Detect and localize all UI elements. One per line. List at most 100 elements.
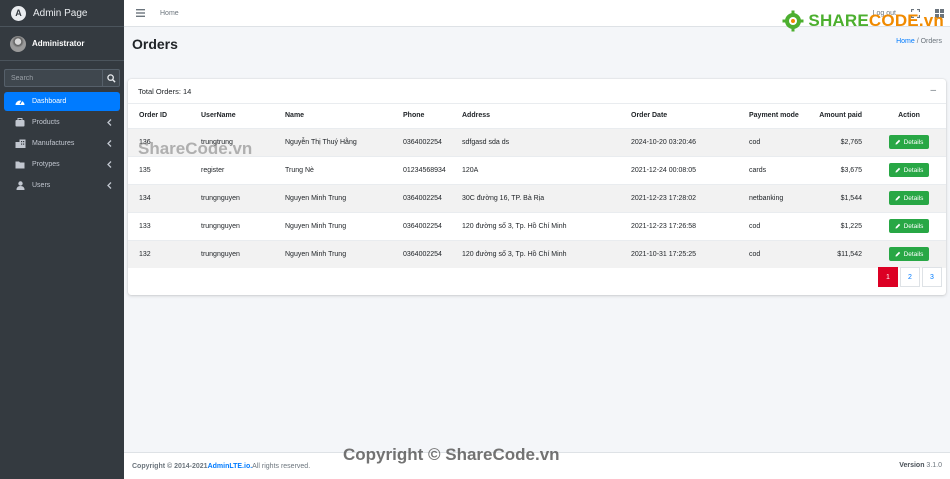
page-title: Orders (132, 36, 178, 52)
cell-phone: 0364002254 (392, 239, 451, 268)
sidebar-nav: Dashboard Products Manufactures Protypes (0, 92, 124, 195)
sidebar-item-products[interactable]: Products (4, 113, 120, 132)
cell-order-date: 2024-10-20 03:20:46 (620, 127, 738, 156)
cell-address: 120A (451, 155, 620, 184)
cell-action: Details (872, 239, 946, 268)
hamburger-icon (135, 9, 145, 17)
user-icon (14, 181, 26, 191)
pagination: 1 2 3 (878, 267, 942, 287)
footer-copyright: Copyright © 2014-2021 (132, 462, 208, 470)
breadcrumb-home-link[interactable]: Home (896, 38, 915, 45)
cell-order-date: 2021-12-23 17:26:58 (620, 211, 738, 240)
cell-name: Nguyen Minh Trung (274, 211, 392, 240)
search-button[interactable] (102, 69, 120, 87)
table-row: 132 trungnguyen Nguyen Minh Trung 036400225… (128, 239, 946, 268)
collapse-button[interactable]: – (930, 85, 936, 96)
sidebar-item-dashboard[interactable]: Dashboard (4, 92, 120, 111)
col-payment-mode: Payment mode (749, 112, 799, 120)
details-button[interactable]: Details (888, 247, 930, 262)
avatar (10, 35, 26, 52)
footer-brand-link[interactable]: AdminLTE.io. (208, 463, 253, 470)
watermark-bottom: Copyright © ShareCode.vn (343, 445, 560, 464)
col-name: Name (285, 112, 305, 120)
cell-payment-mode: cards (738, 155, 805, 184)
cell-action: Details (872, 211, 946, 240)
cell-name: Nguyen Minh Trung (274, 239, 392, 268)
footer-rights: All rights reserved. (252, 462, 311, 470)
sidebar-item-manufactures[interactable]: Manufactures (4, 134, 120, 153)
pencil-icon (895, 223, 900, 229)
col-order-id: Order ID (139, 112, 168, 120)
details-button[interactable]: Details (888, 191, 930, 205)
pencil-icon (895, 195, 900, 201)
col-phone: Phone (403, 112, 425, 120)
table-row: 135 register Trung Nè 01234568934 120A 2021-1… (128, 155, 946, 184)
cell-username: trungnguyen (190, 211, 274, 240)
cell-order-id: 132 (128, 239, 190, 268)
dashboard-icon (14, 97, 26, 107)
chevron-left-icon (107, 161, 112, 168)
details-label: Details (903, 194, 924, 202)
version-number: 3.1.0 (924, 462, 942, 469)
sidebar-item-label: Protypes (32, 161, 60, 168)
cell-order-date: 2021-12-23 17:28:02 (620, 183, 738, 212)
user-panel[interactable]: Administrator (0, 27, 124, 61)
sidebar-item-protypes[interactable]: Protypes (4, 155, 120, 174)
col-action: Action (898, 112, 920, 120)
footer-version: Version 3.1.0 (899, 462, 942, 469)
details-button[interactable]: Details (888, 135, 930, 149)
folder-icon (14, 160, 26, 170)
sidebar-item-label: Users (32, 182, 51, 189)
cell-order-id: 134 (128, 183, 190, 212)
sidebar-item-users[interactable]: Users (4, 176, 120, 195)
breadcrumb: Home / Orders (896, 38, 942, 45)
col-order-date: Order Date (631, 112, 668, 120)
top-home-link[interactable]: Home (160, 10, 179, 17)
cell-username: trungnguyen (190, 183, 274, 212)
sidebar-item-label: Dashboard (32, 98, 67, 105)
cell-order-id: 133 (128, 211, 190, 240)
search-input[interactable] (4, 69, 102, 87)
details-button[interactable]: Details (888, 219, 930, 233)
total-orders: Total Orders: 14 (138, 86, 192, 96)
pencil-icon (895, 139, 900, 145)
menu-toggle-button[interactable] (135, 8, 145, 18)
pencil-icon (895, 252, 900, 257)
cell-address: 120 đường số 3, Tp. Hồ Chí Minh (451, 239, 620, 268)
details-button[interactable]: Details (888, 163, 930, 177)
cell-payment-mode: cod (738, 127, 805, 156)
logo-accent-text: CODE.vn (868, 11, 944, 30)
page-3-button[interactable]: 3 (922, 267, 942, 287)
cell-name: Nguyễn Thị Thuý Hằng (274, 127, 392, 156)
cell-action: Details (872, 127, 946, 156)
cell-name: Trung Nè (274, 155, 392, 184)
cell-order-date: 2021-10-31 17:25:25 (620, 239, 738, 268)
cell-phone: 01234568934 (392, 155, 451, 184)
user-name: Administrator (32, 39, 85, 48)
cell-address: 120 đường số 3, Tp. Hồ Chí Minh (451, 211, 620, 240)
sharecode-logo-text: SHARECODE.vn (808, 11, 944, 31)
cell-order-id: 135 (128, 155, 190, 184)
building-icon (14, 139, 26, 149)
cell-action: Details (872, 183, 946, 212)
cell-payment-mode: netbanking (738, 183, 805, 212)
card-header: Total Orders: 14 (128, 79, 946, 104)
pencil-icon (895, 167, 900, 173)
cell-username: register (190, 155, 274, 184)
col-address: Address (462, 112, 491, 120)
details-label: Details (903, 166, 924, 174)
cell-amount-paid: $1,225 (805, 211, 872, 240)
details-label: Details (903, 250, 924, 258)
page-2-button[interactable]: 2 (900, 267, 920, 287)
version-label: Version (899, 462, 925, 469)
table-row: 134 trungnguyen Nguyen Minh Trung 036400225… (128, 183, 946, 212)
orders-card: Total Orders: 14 – Order ID UserName Nam… (128, 79, 946, 295)
cell-action: Details (872, 155, 946, 184)
chevron-left-icon (107, 140, 112, 147)
cell-address: sdfgasd sda ds (451, 127, 620, 156)
page-1-button[interactable]: 1 (878, 267, 898, 287)
cell-amount-paid: $11,542 (805, 239, 872, 268)
brand-link[interactable]: A Admin Page (0, 0, 124, 27)
cell-payment-mode: cod (738, 239, 805, 268)
cell-amount-paid: $1,544 (805, 183, 872, 212)
